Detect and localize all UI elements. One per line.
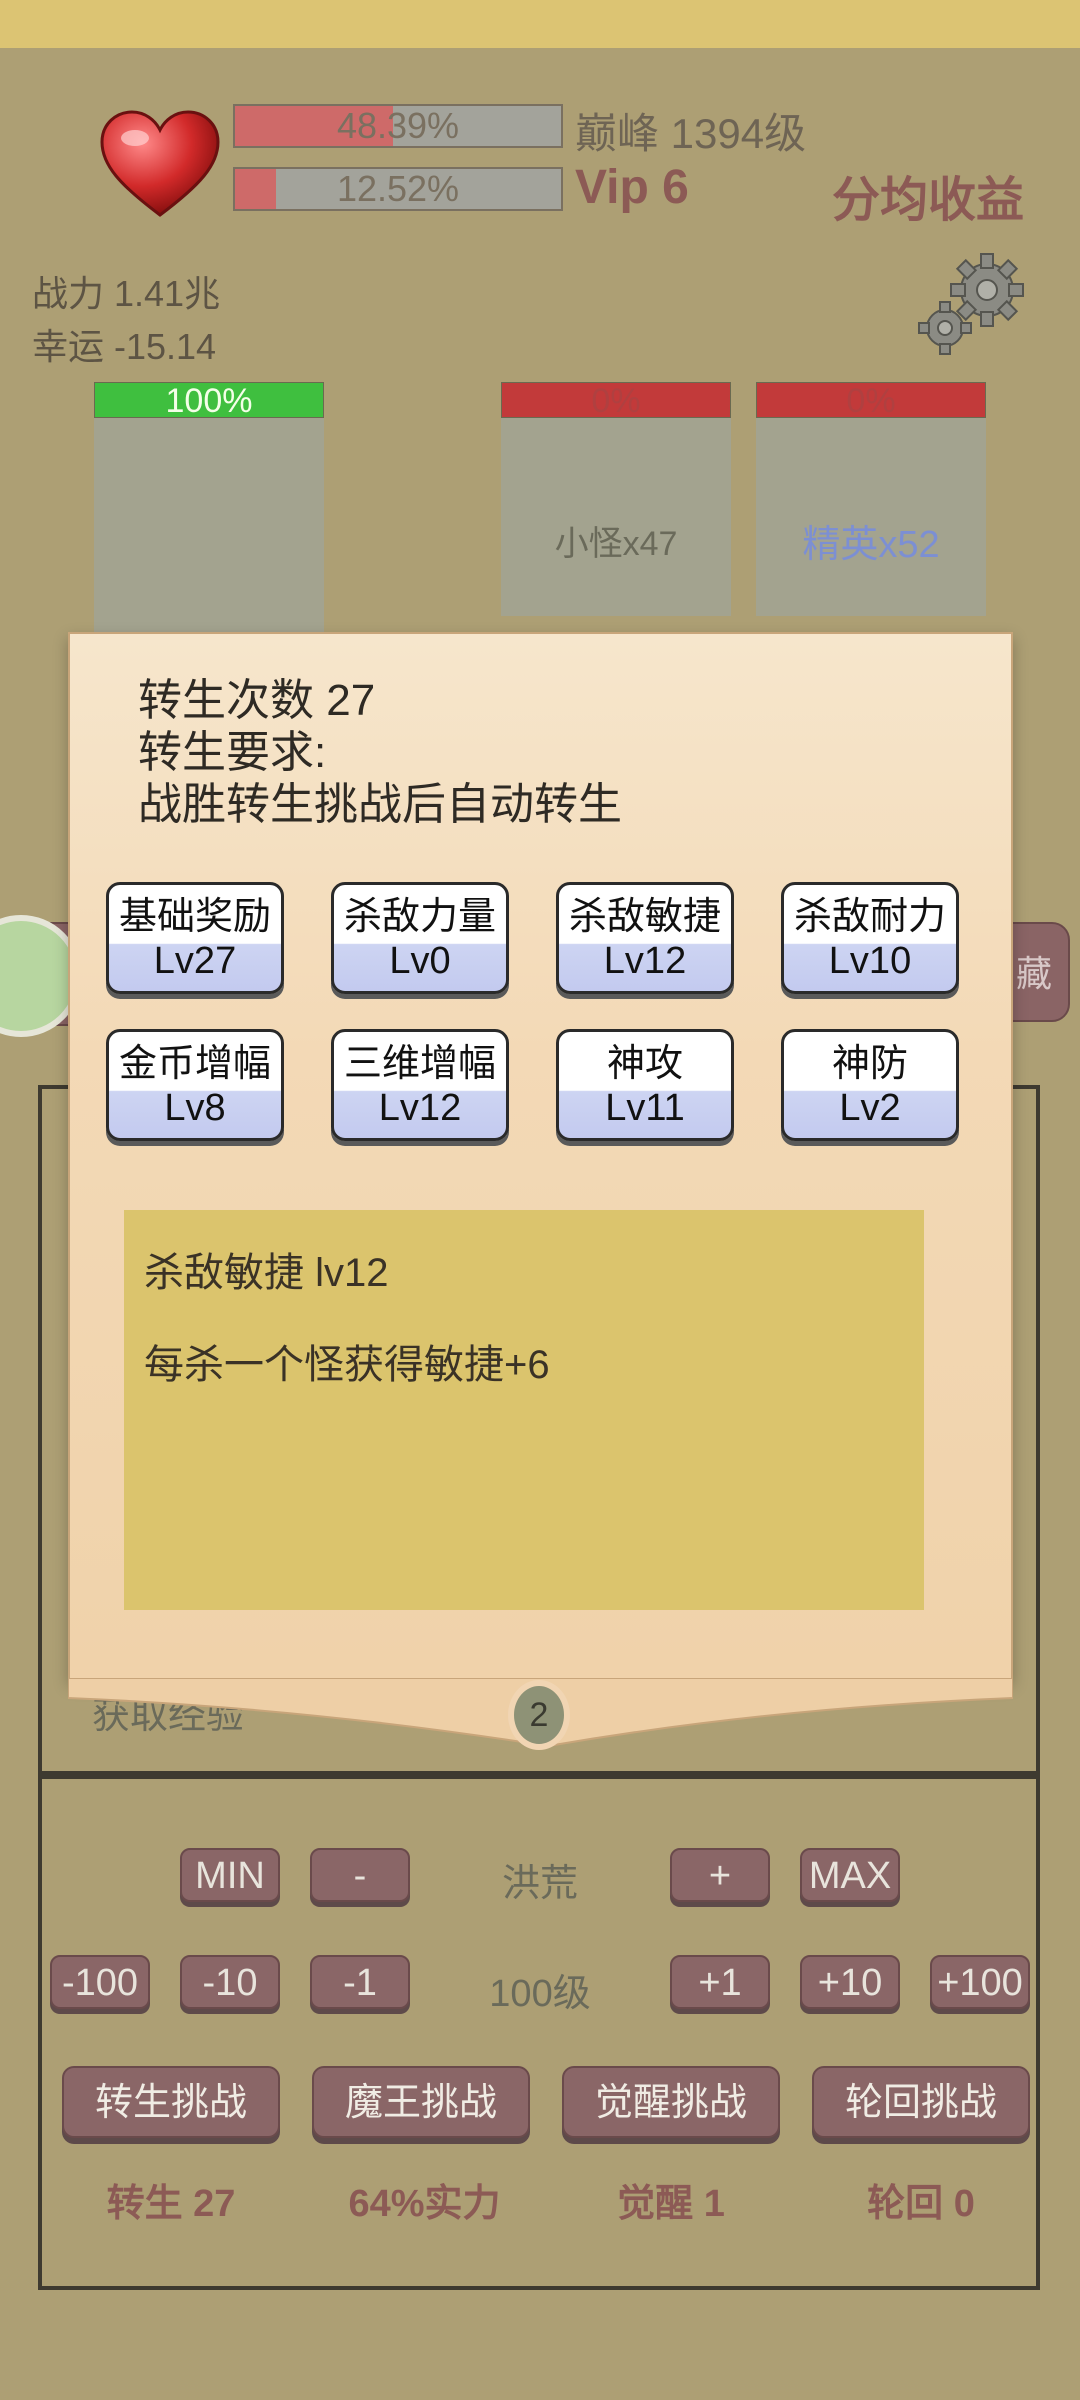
skill-level: Lv12 (603, 940, 687, 982)
minus-1-button[interactable]: -1 (310, 1955, 410, 2009)
exp-bar-text: 12.52% (336, 168, 460, 209)
strength-percent: 64%实力 (348, 2183, 501, 2225)
rebirth-count: 转生 27 (106, 2183, 236, 2225)
rebirth-requirement-text: 战胜转生挑战后自动转生 (138, 780, 622, 829)
pet-slot-progress: 100% (94, 382, 324, 419)
plus-button[interactable]: + (670, 1848, 770, 1902)
skill-level: Lv8 (164, 1087, 226, 1129)
plus-10-button[interactable]: +10 (800, 1955, 900, 2009)
minus-10-button[interactable]: -10 (180, 1955, 280, 2009)
minion-slot-progress: 0% (501, 382, 731, 419)
skill-level: Lv27 (153, 940, 237, 982)
skill-god-attack[interactable]: 神攻 Lv11 (556, 1029, 734, 1141)
popup-page-badge: 2 (508, 1680, 570, 1750)
share-income-button[interactable]: 分均收益 (832, 160, 1024, 230)
description-title: 杀敌敏捷 lv12 (144, 1251, 389, 1295)
samsara-challenge-button[interactable]: 轮回挑战 (812, 2066, 1030, 2138)
difficulty-label: 洪荒 (501, 1863, 578, 1905)
elite-slot[interactable]: 0% 精英x52 (756, 382, 986, 617)
skill-name: 三维增幅 (343, 1043, 496, 1085)
elite-slot-label: 精英x52 (802, 524, 940, 566)
skill-level: Lv11 (605, 1087, 685, 1129)
max-button[interactable]: MAX (800, 1848, 900, 1902)
skill-kill-strength[interactable]: 杀敌力量 Lv0 (331, 882, 509, 994)
skill-name: 杀敌耐力 (793, 896, 946, 938)
awaken-challenge-button[interactable]: 觉醒挑战 (562, 2066, 780, 2138)
skill-kill-stamina[interactable]: 杀敌耐力 Lv10 (781, 882, 959, 994)
skill-name: 基础奖励 (118, 896, 271, 938)
minus-100-button[interactable]: -100 (50, 1955, 150, 2009)
minion-slot[interactable]: 0% 小怪x47 (501, 382, 731, 617)
power-stat: 战力 1.41兆 (32, 273, 221, 314)
level-label: 100级 (489, 1973, 591, 2015)
min-button[interactable]: MIN (180, 1848, 280, 1902)
exp-bar: 12.52% (233, 167, 563, 211)
skill-name: 金币增幅 (118, 1043, 271, 1085)
samsara-count: 轮回 0 (867, 2183, 975, 2225)
skill-level: Lv0 (389, 940, 451, 982)
hp-bar-text: 48.39% (336, 105, 460, 146)
peak-level: 巅峰 1394级 (575, 110, 807, 157)
minion-slot-label: 小怪x47 (554, 525, 678, 563)
hp-bar: 48.39% (233, 104, 563, 148)
skill-god-defense[interactable]: 神防 Lv2 (781, 1029, 959, 1141)
pet-slot[interactable]: 100% 狗子 (94, 382, 324, 670)
top-status-bar (0, 0, 1080, 48)
luck-stat: 幸运 -15.14 (32, 326, 217, 367)
skill-name: 杀敌力量 (343, 896, 496, 938)
skill-level: Lv12 (378, 1087, 462, 1129)
skill-level: Lv2 (839, 1087, 901, 1129)
plus-100-button[interactable]: +100 (930, 1955, 1030, 2009)
elite-slot-progress: 0% (756, 382, 986, 419)
skill-description-box: 杀敌敏捷 lv12 每杀一个怪获得敏捷+6 (124, 1210, 924, 1610)
skill-name: 神防 (831, 1043, 908, 1085)
minus-button[interactable]: - (310, 1848, 410, 1902)
skill-kill-agility[interactable]: 杀敌敏捷 Lv12 (556, 882, 734, 994)
skill-gold-boost[interactable]: 金币增幅 Lv8 (106, 1029, 284, 1141)
demon-challenge-button[interactable]: 魔王挑战 (312, 2066, 530, 2138)
settings-gear-icon[interactable] (915, 250, 1030, 360)
awaken-count: 觉醒 1 (617, 2183, 725, 2225)
skill-attribute-boost[interactable]: 三维增幅 Lv12 (331, 1029, 509, 1141)
description-body: 每杀一个怪获得敏捷+6 (144, 1343, 550, 1387)
skill-name: 神攻 (606, 1043, 683, 1085)
vip-level[interactable]: Vip 6 (575, 160, 689, 215)
heart-icon (100, 110, 220, 217)
skill-level: Lv10 (828, 940, 912, 982)
skill-base-reward[interactable]: 基础奖励 Lv27 (106, 882, 284, 994)
plus-1-button[interactable]: +1 (670, 1955, 770, 2009)
rebirth-challenge-button[interactable]: 转生挑战 (62, 2066, 280, 2138)
skill-name: 杀敌敏捷 (568, 896, 721, 938)
